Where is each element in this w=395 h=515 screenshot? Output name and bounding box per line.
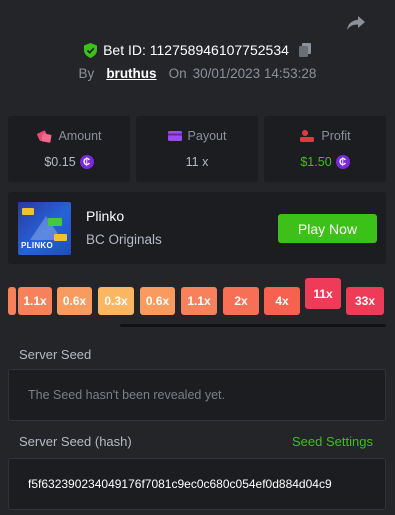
game-card: PLINKO Plinko BC Originals Play Now	[8, 192, 386, 264]
payout-value: 11 x	[185, 155, 209, 169]
multiplier-cell: 1.1x	[18, 287, 52, 315]
payout-icon	[167, 131, 182, 141]
plinko-thumbnail[interactable]: PLINKO	[18, 202, 71, 255]
payout-card: Payout 11 x	[136, 116, 258, 182]
game-title: Plinko	[86, 208, 125, 224]
multiplier-cell: 0.6x	[57, 287, 92, 315]
on-label: On	[168, 66, 187, 81]
server-seed-hash-value: f5f632390234049176f7081c9ec0c680c054ef0d…	[28, 477, 332, 491]
server-seed-box: The Seed hasn't been revealed yet.	[8, 369, 386, 421]
coin-icon: ₵	[79, 155, 94, 169]
multiplier-cell: 1.1x	[181, 287, 217, 315]
payout-label: Payout	[187, 129, 227, 143]
profit-value: $1.50	[300, 155, 332, 169]
multiplier-cell: 4x	[264, 287, 300, 315]
multiplier-cell: 0.3x	[98, 287, 134, 315]
server-seed-hash-label: Server Seed (hash)	[19, 434, 132, 449]
profit-label: Profit	[321, 129, 351, 143]
profit-card: Profit $1.50 ₵	[264, 116, 386, 182]
server-seed-label: Server Seed	[19, 347, 92, 362]
by-label: By	[78, 66, 95, 81]
share-button[interactable]	[345, 12, 367, 34]
copy-icon[interactable]	[298, 43, 311, 57]
bet-meta-row: By bruthus On 30/01/2023 14:53:28	[0, 66, 395, 81]
multiplier-cell: 33x	[346, 287, 384, 315]
multiplier-cell: 0.6x	[140, 287, 175, 315]
bet-date: 30/01/2023 14:53:28	[192, 66, 317, 81]
amount-icon	[37, 130, 52, 143]
bet-id: Bet ID: 112758946107752534	[103, 42, 289, 58]
multiplier-cell: 2x	[223, 287, 259, 315]
multiplier-cell	[8, 287, 16, 315]
amount-label: Amount	[58, 129, 102, 143]
amount-value: $0.15	[44, 155, 76, 169]
play-now-button[interactable]: Play Now	[278, 214, 377, 243]
stats-row: Amount $0.15 ₵ Payout 11 x Profit $1.50 …	[8, 116, 386, 182]
server-seed-hash-box[interactable]: f5f632390234049176f7081c9ec0c680c054ef0d…	[8, 458, 386, 510]
bet-id-row: Bet ID: 112758946107752534	[0, 42, 395, 58]
scroll-track[interactable]	[120, 324, 386, 327]
amount-card: Amount $0.15 ₵	[8, 116, 130, 182]
share-icon	[347, 16, 365, 30]
username-link[interactable]: bruthus	[106, 66, 156, 81]
game-provider: BC Originals	[86, 232, 162, 247]
profit-icon	[300, 130, 315, 142]
thumbnail-text: PLINKO	[21, 241, 54, 250]
coin-icon: ₵	[335, 155, 350, 169]
multiplier-cell-hit: 11x	[305, 278, 341, 309]
multiplier-row: 1.1x 0.6x 0.3x 0.6x 1.1x 2x 4x 11x 33x	[0, 278, 395, 315]
seed-settings-link[interactable]: Seed Settings	[292, 434, 373, 449]
verified-shield-icon	[84, 42, 98, 58]
server-seed-text: The Seed hasn't been revealed yet.	[28, 388, 225, 402]
